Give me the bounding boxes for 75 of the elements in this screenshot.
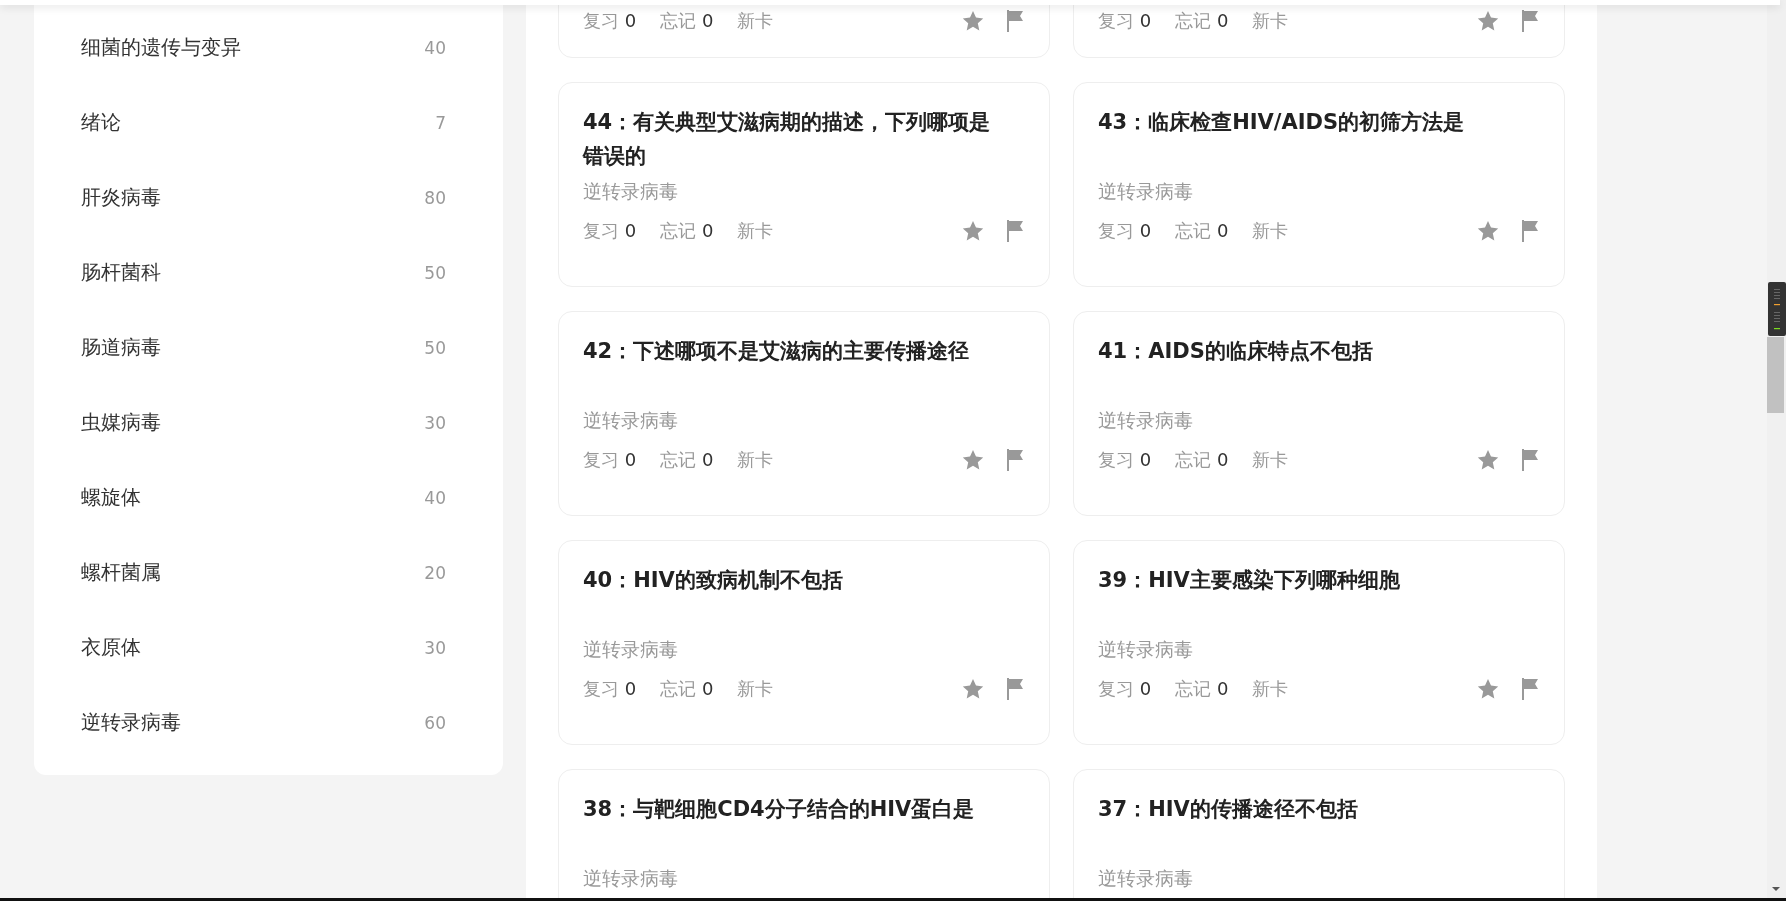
forget-count: 忘记 0 [1175,219,1229,243]
category-label: 逆转录病毒 [1098,866,1194,891]
question-card[interactable]: 40：HIV的致病机制不包括 逆转录病毒 复习 0 忘记 0 新卡 [558,540,1050,745]
question-card[interactable]: 42：下述哪项不是艾滋病的主要传播途径 逆转录病毒 复习 0 忘记 0 新卡 [558,311,1050,516]
flag-icon[interactable] [1520,9,1540,33]
forget-count: 忘记 0 [1175,677,1229,701]
category-label: 逆转录病毒 [1098,637,1194,662]
question-card[interactable]: 44：有关典型艾滋病期的描述，下列哪项是错误的 逆转录病毒 复习 0 忘记 0 新卡 [558,82,1050,287]
forget-count: 忘记 0 [660,677,714,701]
sidebar-item[interactable]: 肝炎病毒 80 [81,160,446,235]
forget-count: 忘记 0 [1175,448,1229,472]
flag-icon[interactable] [1520,219,1540,243]
question-title: 42：下述哪项不是艾滋病的主要传播途径 [583,338,971,365]
category-label: 逆转录病毒 [1098,408,1194,433]
question-card[interactable]: 41：AIDS的临床特点不包括 逆转录病毒 复习 0 忘记 0 新卡 [1073,311,1565,516]
flag-icon[interactable] [1005,9,1025,33]
star-icon[interactable] [961,677,985,701]
flag-icon[interactable] [1520,448,1540,472]
question-card[interactable]: 43：临床检查HIV/AIDS的初筛方法是 逆转录病毒 复习 0 忘记 0 新卡 [1073,82,1565,287]
sidebar-item[interactable]: 虫媒病毒 30 [81,385,446,460]
sidebar-item[interactable]: 逆转录病毒 60 [81,685,446,760]
new-card-label: 新卡 [1252,9,1289,33]
category-label: 逆转录病毒 [583,637,679,662]
flag-icon[interactable] [1005,677,1025,701]
flag-icon[interactable] [1520,677,1540,701]
sidebar-item[interactable]: 肠杆菌科 50 [81,235,446,310]
question-title: 44：有关典型艾滋病期的描述，下列哪项是错误的 [583,109,992,170]
new-card-label: 新卡 [737,677,774,701]
category-label: 逆转录病毒 [583,866,679,891]
star-icon[interactable] [1476,219,1500,243]
forget-count: 忘记 0 [1175,9,1229,33]
level-meter-icon [1768,282,1786,336]
question-title: 39：HIV主要感染下列哪种细胞 [1098,567,1401,594]
sidebar-item[interactable]: 螺旋体 40 [81,460,446,535]
star-icon[interactable] [1476,448,1500,472]
star-icon[interactable] [1476,677,1500,701]
forget-count: 忘记 0 [660,448,714,472]
new-card-label: 新卡 [737,448,774,472]
review-count: 复习 0 [583,448,637,472]
sidebar-item[interactable]: 细菌的遗传与变异 40 [81,10,446,85]
star-icon[interactable] [961,448,985,472]
review-count: 复习 0 [583,219,637,243]
question-title: 43：临床检查HIV/AIDS的初筛方法是 [1098,109,1466,136]
scroll-down-icon[interactable] [1771,886,1781,892]
review-count: 复习 0 [1098,219,1152,243]
flag-icon[interactable] [1005,219,1025,243]
category-label: 逆转录病毒 [1098,179,1194,204]
question-title: 38：与靶细胞CD4分子结合的HIV蛋白是 [583,796,976,823]
sidebar-item[interactable]: 螺杆菌属 20 [81,535,446,610]
review-count: 复习 0 [583,9,637,33]
scrollbar-thumb[interactable] [1767,337,1784,413]
sidebar-item[interactable]: 衣原体 30 [81,610,446,685]
new-card-label: 新卡 [737,219,774,243]
question-title: 40：HIV的致病机制不包括 [583,567,844,594]
forget-count: 忘记 0 [660,219,714,243]
star-icon[interactable] [961,9,985,33]
sidebar-item[interactable]: 肠道病毒 50 [81,310,446,385]
new-card-label: 新卡 [1252,219,1289,243]
review-count: 复习 0 [1098,677,1152,701]
flag-icon[interactable] [1005,448,1025,472]
category-label: 逆转录病毒 [583,179,679,204]
review-count: 复习 0 [1098,9,1152,33]
star-icon[interactable] [1476,9,1500,33]
new-card-label: 新卡 [737,9,774,33]
review-count: 复习 0 [1098,448,1152,472]
question-title: 41：AIDS的临床特点不包括 [1098,338,1374,365]
category-label: 逆转录病毒 [583,408,679,433]
star-icon[interactable] [961,219,985,243]
new-card-label: 新卡 [1252,448,1289,472]
review-count: 复习 0 [583,677,637,701]
new-card-label: 新卡 [1252,677,1289,701]
question-title: 37：HIV的传播途径不包括 [1098,796,1359,823]
sidebar-item[interactable]: 绪论 7 [81,85,446,160]
forget-count: 忘记 0 [660,9,714,33]
question-card[interactable]: 39：HIV主要感染下列哪种细胞 逆转录病毒 复习 0 忘记 0 新卡 [1073,540,1565,745]
